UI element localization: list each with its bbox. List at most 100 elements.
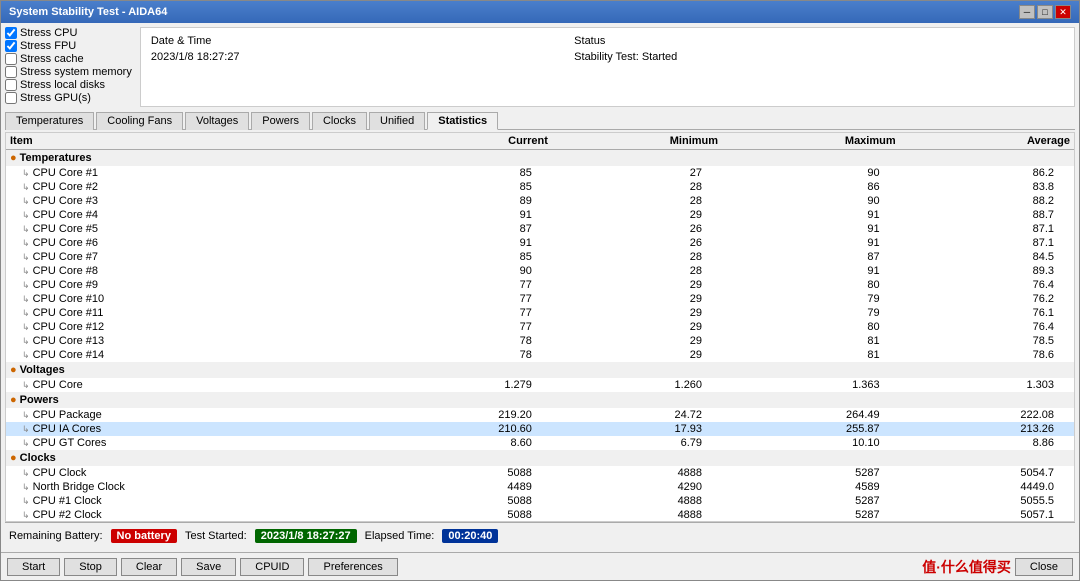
table-row: ↳ CPU Core #491299188.7 (6, 208, 1074, 222)
tab-voltages[interactable]: Voltages (185, 112, 249, 130)
row-current: 85 (378, 180, 552, 194)
section-header-cell: ●Powers (6, 392, 1074, 408)
stress-fpu-checkbox[interactable] (5, 40, 17, 52)
data-table-container[interactable]: Item Current Minimum Maximum Average ●Te… (5, 132, 1075, 522)
table-row: ↳ CPU Core #890289189.3 (6, 264, 1074, 278)
row-average: 76.4 (900, 320, 1074, 334)
row-current: 77 (378, 292, 552, 306)
info-table: Date & Time Status 2023/1/8 18:27:27 Sta… (149, 32, 1066, 66)
stress-gpu-label: Stress GPU(s) (20, 92, 91, 104)
row-item: ↳ CPU Core #4 (6, 208, 378, 222)
stress-cpu-checkbox[interactable] (5, 27, 17, 39)
table-row: ↳ CPU Core #587269187.1 (6, 222, 1074, 236)
stress-cache-label: Stress cache (20, 53, 84, 65)
tab-cooling-fans[interactable]: Cooling Fans (96, 112, 183, 130)
table-row: ↳ CPU Core #285288683.8 (6, 180, 1074, 194)
tab-unified[interactable]: Unified (369, 112, 425, 130)
minimize-button[interactable]: ─ (1019, 5, 1035, 19)
table-row: ↳ CPU GT Cores8.606.7910.108.86 (6, 436, 1074, 450)
footer-bar: Start Stop Clear Save CPUID Preferences … (1, 552, 1079, 580)
stress-cpu-label: Stress CPU (20, 27, 77, 39)
row-minimum: 24.72 (552, 408, 722, 422)
row-maximum: 87 (722, 250, 900, 264)
table-row: ↳ CPU IA Cores210.6017.93255.87213.26 (6, 422, 1074, 436)
row-minimum: 6.79 (552, 436, 722, 450)
row-minimum: 1.260 (552, 378, 722, 392)
table-row: ↳ CPU Core #1277298076.4 (6, 320, 1074, 334)
table-row: ↳ CPU Core #1478298178.6 (6, 348, 1074, 362)
stress-disks-checkbox[interactable] (5, 79, 17, 91)
remaining-battery-label: Remaining Battery: (9, 530, 103, 542)
close-button[interactable]: ✕ (1055, 5, 1071, 19)
col-average: Average (900, 133, 1074, 150)
col-maximum: Maximum (722, 133, 900, 150)
remaining-battery-value: No battery (111, 529, 177, 543)
window-title: System Stability Test - AIDA64 (9, 6, 167, 18)
row-item: ↳ CPU Core #5 (6, 222, 378, 236)
row-item: ↳ CPU Clock (6, 466, 378, 480)
row-minimum: 29 (552, 208, 722, 222)
row-current: 89 (378, 194, 552, 208)
row-maximum: 1.363 (722, 378, 900, 392)
title-bar: System Stability Test - AIDA64 ─ □ ✕ (1, 1, 1079, 23)
tab-temperatures[interactable]: Temperatures (5, 112, 94, 130)
row-maximum: 90 (722, 194, 900, 208)
stress-cpu-row: Stress CPU (5, 27, 132, 39)
save-button[interactable]: Save (181, 558, 236, 576)
row-average: 5057.1 (900, 508, 1074, 522)
row-average: 87.1 (900, 236, 1074, 250)
row-minimum: 28 (552, 180, 722, 194)
row-current: 219.20 (378, 408, 552, 422)
row-minimum: 27 (552, 166, 722, 180)
row-average: 88.2 (900, 194, 1074, 208)
row-minimum: 28 (552, 194, 722, 208)
tab-powers[interactable]: Powers (251, 112, 310, 130)
row-current: 5088 (378, 508, 552, 522)
row-minimum: 28 (552, 264, 722, 278)
table-row: ↳ CPU Core #691269187.1 (6, 236, 1074, 250)
table-row: ↳ CPU Core #185279086.2 (6, 166, 1074, 180)
clear-button[interactable]: Clear (121, 558, 177, 576)
row-maximum: 80 (722, 320, 900, 334)
row-minimum: 29 (552, 320, 722, 334)
row-maximum: 255.87 (722, 422, 900, 436)
row-maximum: 91 (722, 222, 900, 236)
stress-cache-checkbox[interactable] (5, 53, 17, 65)
content-area: Stress CPU Stress FPU Stress cache Stres… (1, 23, 1079, 552)
maximize-button[interactable]: □ (1037, 5, 1053, 19)
row-current: 8.60 (378, 436, 552, 450)
row-minimum: 26 (552, 222, 722, 236)
row-maximum: 80 (722, 278, 900, 292)
row-item: ↳ CPU Core #11 (6, 306, 378, 320)
preferences-button[interactable]: Preferences (308, 558, 397, 576)
row-minimum: 29 (552, 292, 722, 306)
row-item: ↳ CPU #1 Clock (6, 494, 378, 508)
row-minimum: 4888 (552, 466, 722, 480)
section-header-cell: ●Clocks (6, 450, 1074, 466)
cpuid-button[interactable]: CPUID (240, 558, 304, 576)
row-average: 1.303 (900, 378, 1074, 392)
start-button[interactable]: Start (7, 558, 60, 576)
row-minimum: 29 (552, 334, 722, 348)
row-average: 86.2 (900, 166, 1074, 180)
table-row: ↳ CPU Core #1378298178.5 (6, 334, 1074, 348)
table-row: ↳ CPU Core1.2791.2601.3631.303 (6, 378, 1074, 392)
row-average: 4449.0 (900, 480, 1074, 494)
statistics-table: Item Current Minimum Maximum Average ●Te… (6, 133, 1074, 522)
tabs-bar: Temperatures Cooling Fans Voltages Power… (5, 111, 1075, 130)
row-average: 88.7 (900, 208, 1074, 222)
section-header-row: ●Powers (6, 392, 1074, 408)
elapsed-value: 00:20:40 (442, 529, 498, 543)
close-button[interactable]: Close (1015, 558, 1073, 576)
table-body: ●Temperatures↳ CPU Core #185279086.2↳ CP… (6, 150, 1074, 523)
stop-button[interactable]: Stop (64, 558, 117, 576)
test-started-value: 2023/1/8 18:27:27 (255, 529, 357, 543)
stress-memory-checkbox[interactable] (5, 66, 17, 78)
row-maximum: 91 (722, 236, 900, 250)
row-average: 76.1 (900, 306, 1074, 320)
tab-clocks[interactable]: Clocks (312, 112, 367, 130)
row-maximum: 264.49 (722, 408, 900, 422)
tab-statistics[interactable]: Statistics (427, 112, 498, 130)
stress-gpu-checkbox[interactable] (5, 92, 17, 104)
row-item: ↳ North Bridge Clock (6, 480, 378, 494)
